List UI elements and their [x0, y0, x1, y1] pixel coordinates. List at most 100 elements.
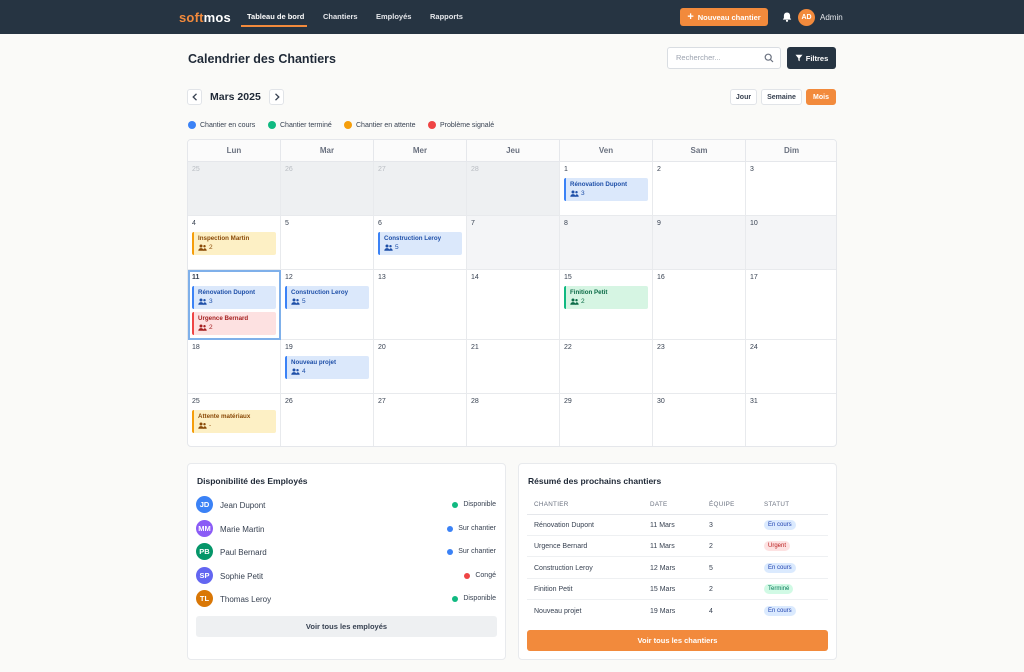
- table-row[interactable]: Finition Petit 15 Mars 2 Terminé: [527, 579, 828, 600]
- employee-row[interactable]: TL Thomas Leroy Disponible: [196, 590, 496, 608]
- table-row[interactable]: Rénovation Dupont 11 Mars 3 En cours: [527, 515, 828, 536]
- calendar-event[interactable]: Urgence Bernard 2: [192, 312, 276, 335]
- calendar-day[interactable]: 27: [374, 162, 467, 216]
- event-team-count: 2: [198, 324, 276, 331]
- calendar-event[interactable]: Rénovation Dupont 3: [564, 178, 648, 201]
- table-row[interactable]: Urgence Bernard 11 Mars 2 Urgent: [527, 536, 828, 557]
- new-site-button[interactable]: + Nouveau chantier: [680, 8, 768, 26]
- day-number: 15: [564, 274, 572, 281]
- employee-row[interactable]: SP Sophie Petit Congé: [196, 567, 496, 585]
- calendar-event[interactable]: Inspection Martin 2: [192, 232, 276, 255]
- prev-month-button[interactable]: [187, 89, 202, 105]
- view-day-button[interactable]: Jour: [730, 89, 757, 105]
- event-team-number: -: [209, 422, 212, 429]
- calendar-day[interactable]: 8: [560, 216, 653, 270]
- calendar-day[interactable]: 5: [281, 216, 374, 270]
- calendar-day[interactable]: 4 Inspection Martin 2: [188, 216, 281, 270]
- calendar-day[interactable]: 25: [188, 162, 281, 216]
- calendar-day[interactable]: 16: [653, 270, 746, 340]
- calendar-day[interactable]: 1 Rénovation Dupont 3: [560, 162, 653, 216]
- calendar-day[interactable]: 12 Construction Leroy 5: [281, 270, 374, 340]
- nav-link-sites[interactable]: Chantiers: [323, 12, 358, 21]
- calendar-day[interactable]: 27: [374, 394, 467, 446]
- calendar-day[interactable]: 19 Nouveau projet 4: [281, 340, 374, 394]
- calendar-day[interactable]: 26: [281, 162, 374, 216]
- calendar-day[interactable]: 9: [653, 216, 746, 270]
- employee-row[interactable]: PB Paul Bernard Sur chantier: [196, 543, 496, 561]
- calendar-event[interactable]: Attente matériaux -: [192, 410, 276, 433]
- calendar-day[interactable]: 24: [746, 340, 836, 394]
- users-icon: [570, 298, 579, 305]
- calendar-grid: Lun Mar Mer Jeu Ven Sam Dim 25 26 27 28 1 Rénovation…: [187, 139, 837, 447]
- calendar-day[interactable]: 6 Construction Leroy 5: [374, 216, 467, 270]
- day-number: 17: [750, 274, 758, 281]
- calendar-day[interactable]: 26: [281, 394, 374, 446]
- calendar-day[interactable]: 29: [560, 394, 653, 446]
- employee-name: Paul Bernard: [220, 548, 267, 557]
- view-all-sites-button[interactable]: Voir tous les chantiers: [527, 630, 828, 651]
- event-team-number: 2: [209, 324, 213, 331]
- view-week-button[interactable]: Semaine: [761, 89, 802, 105]
- employee-row[interactable]: JD Jean Dupont Disponible: [196, 496, 496, 514]
- nav-link-dashboard[interactable]: Tableau de bord: [247, 12, 304, 21]
- calendar-event[interactable]: Construction Leroy 5: [285, 286, 369, 309]
- search-input[interactable]: [676, 53, 762, 62]
- calendar-event[interactable]: Construction Leroy 5: [378, 232, 462, 255]
- calendar-event[interactable]: Nouveau projet 4: [285, 356, 369, 379]
- search-icon[interactable]: [764, 53, 774, 63]
- calendar-day-today[interactable]: 11 Rénovation Dupont 3 Urgence Bernard 2: [188, 270, 281, 340]
- calendar-day[interactable]: 28: [467, 394, 560, 446]
- day-number: 25: [192, 166, 200, 173]
- bell-icon[interactable]: [781, 11, 793, 23]
- view-month-button[interactable]: Mois: [806, 89, 836, 105]
- day-number: 21: [471, 344, 479, 351]
- calendar-event[interactable]: Rénovation Dupont 3: [192, 286, 276, 309]
- calendar-day[interactable]: 14: [467, 270, 560, 340]
- users-icon: [198, 324, 207, 331]
- filters-button[interactable]: Filtres: [787, 47, 836, 69]
- calendar-day[interactable]: 30: [653, 394, 746, 446]
- calendar-event[interactable]: Finition Petit 2: [564, 286, 648, 309]
- calendar-day[interactable]: 13: [374, 270, 467, 340]
- event-team-number: 5: [395, 244, 399, 251]
- view-all-employees-button[interactable]: Voir tous les employés: [196, 616, 497, 637]
- day-number: 13: [378, 274, 386, 281]
- calendar-day[interactable]: 15 Finition Petit 2: [560, 270, 653, 340]
- avatar[interactable]: AD: [798, 9, 815, 26]
- calendar-day[interactable]: 25 Attente matériaux -: [188, 394, 281, 446]
- calendar-day[interactable]: 21: [467, 340, 560, 394]
- calendar-day[interactable]: 20: [374, 340, 467, 394]
- event-label: Inspection Martin: [198, 235, 250, 242]
- user-name[interactable]: Admin: [820, 13, 843, 22]
- event-team-count: 5: [291, 298, 369, 305]
- employee-status-label: Sur chantier: [458, 525, 496, 532]
- day-number: 20: [378, 344, 386, 351]
- new-site-button-label: Nouveau chantier: [697, 12, 761, 22]
- employee-row[interactable]: MM Marie Martin Sur chantier: [196, 520, 496, 538]
- employee-status: Sur chantier: [447, 548, 496, 555]
- calendar-day[interactable]: 23: [653, 340, 746, 394]
- cell-site: Rénovation Dupont: [534, 522, 594, 529]
- calendar-day[interactable]: 28: [467, 162, 560, 216]
- calendar-day[interactable]: 31: [746, 394, 836, 446]
- calendar-day[interactable]: 22: [560, 340, 653, 394]
- legend-dot: [428, 121, 436, 129]
- calendar-day[interactable]: 3: [746, 162, 836, 216]
- next-month-button[interactable]: [269, 89, 284, 105]
- nav-link-employees[interactable]: Employés: [376, 12, 411, 21]
- calendar-day[interactable]: 7: [467, 216, 560, 270]
- table-row[interactable]: Construction Leroy 12 Mars 5 En cours: [527, 558, 828, 579]
- nav-link-reports[interactable]: Rapports: [430, 12, 463, 21]
- employee-status: Disponible: [452, 595, 496, 602]
- day-number: 28: [471, 166, 479, 173]
- day-number: 27: [378, 398, 386, 405]
- table-row[interactable]: Nouveau projet 19 Mars 4 En cours: [527, 601, 828, 622]
- search-box[interactable]: [667, 47, 781, 69]
- calendar-day[interactable]: 10: [746, 216, 836, 270]
- calendar-day[interactable]: 2: [653, 162, 746, 216]
- calendar-day[interactable]: 17: [746, 270, 836, 340]
- status-dot: [464, 572, 471, 579]
- logo[interactable]: softmos: [179, 10, 231, 25]
- day-number: 1: [564, 166, 568, 173]
- calendar-day[interactable]: 18: [188, 340, 281, 394]
